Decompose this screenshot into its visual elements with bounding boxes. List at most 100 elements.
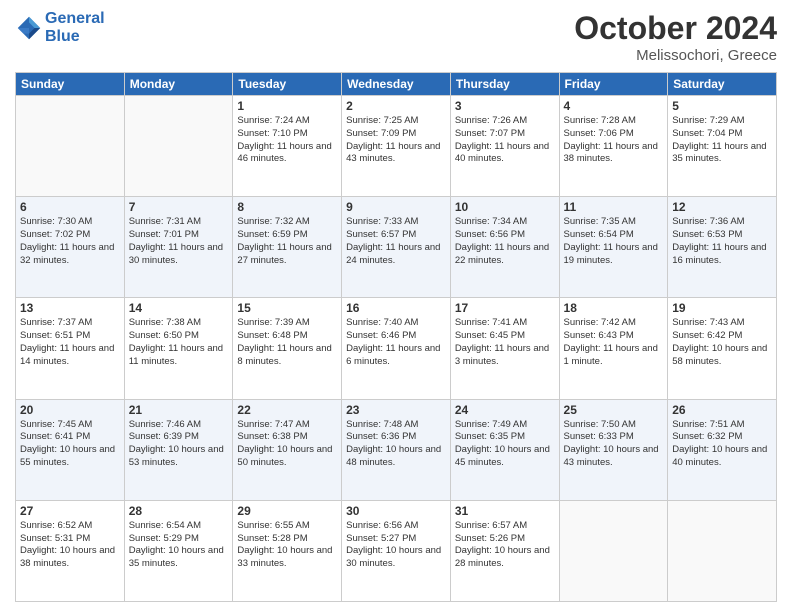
day-info: Sunrise: 7:26 AM Sunset: 7:07 PM Dayligh… — [455, 115, 555, 166]
calendar-table: SundayMondayTuesdayWednesdayThursdayFrid… — [15, 72, 777, 602]
day-info: Sunrise: 6:52 AM Sunset: 5:31 PM Dayligh… — [20, 520, 120, 571]
calendar-cell: 15Sunrise: 7:39 AM Sunset: 6:48 PM Dayli… — [233, 298, 342, 399]
calendar-cell: 8 Sunrise: 7:32 AM Sunset: 6:59 PM Daylig… — [233, 197, 342, 298]
day-number: 20 — [20, 403, 120, 417]
day-number: 2 — [346, 99, 446, 113]
day-number: 25 — [564, 403, 664, 417]
day-info: Sunrise: 7:28 AM Sunset: 7:06 PM Dayligh… — [564, 115, 664, 166]
calendar-cell — [16, 96, 125, 197]
calendar-cell: 13 Sunrise: 7:37 AM Sunset: 6:51 PM Dayli… — [16, 298, 125, 399]
day-number: 16 — [346, 301, 446, 315]
day-info: Sunrise: 7:46 AM Sunset: 6:39 PM Dayligh… — [129, 419, 229, 470]
logo-icon — [15, 14, 43, 42]
day-info: Sunrise: 7:48 AM Sunset: 6:36 PM Dayligh… — [346, 419, 446, 470]
calendar-cell: 22Sunrise: 7:47 AM Sunset: 6:38 PM Dayli… — [233, 399, 342, 500]
calendar-cell: 30Sunrise: 6:56 AM Sunset: 5:27 PM Dayli… — [342, 500, 451, 601]
calendar-cell: 29Sunrise: 6:55 AM Sunset: 5:28 PM Dayli… — [233, 500, 342, 601]
calendar-cell: 6Sunrise: 7:30 AM Sunset: 7:02 PM Daylig… — [16, 197, 125, 298]
day-info: Sunrise: 7:29 AM Sunset: 7:04 PM Dayligh… — [672, 115, 772, 166]
day-info: Sunrise: 6:57 AM Sunset: 5:26 PM Dayligh… — [455, 520, 555, 571]
day-info: Sunrise: 7:32 AM Sunset: 6:59 PM Dayligh… — [237, 216, 337, 267]
day-number: 19 — [672, 301, 772, 315]
calendar-cell — [668, 500, 777, 601]
calendar-week-row: 27Sunrise: 6:52 AM Sunset: 5:31 PM Dayli… — [16, 500, 777, 601]
day-info: Sunrise: 7:33 AM Sunset: 6:57 PM Dayligh… — [346, 216, 446, 267]
day-number: 11 — [564, 200, 664, 214]
calendar-header-wednesday: Wednesday — [342, 73, 451, 96]
calendar-cell: 4 Sunrise: 7:28 AM Sunset: 7:06 PM Daylig… — [559, 96, 668, 197]
day-number: 8 — [237, 200, 337, 214]
day-info: Sunrise: 7:38 AM Sunset: 6:50 PM Dayligh… — [129, 317, 229, 368]
calendar-cell: 20 Sunrise: 7:45 AM Sunset: 6:41 PM Dayli… — [16, 399, 125, 500]
logo-area: General Blue — [15, 10, 105, 45]
calendar-cell: 31 Sunrise: 6:57 AM Sunset: 5:26 PM Dayli… — [450, 500, 559, 601]
day-info: Sunrise: 7:39 AM Sunset: 6:48 PM Dayligh… — [237, 317, 337, 368]
logo-text: General Blue — [45, 10, 105, 45]
day-number: 23 — [346, 403, 446, 417]
calendar-cell: 16 Sunrise: 7:40 AM Sunset: 6:46 PM Dayli… — [342, 298, 451, 399]
day-number: 18 — [564, 301, 664, 315]
calendar-cell: 7 Sunrise: 7:31 AM Sunset: 7:01 PM Daylig… — [124, 197, 233, 298]
day-info: Sunrise: 6:55 AM Sunset: 5:28 PM Dayligh… — [237, 520, 337, 571]
day-info: Sunrise: 7:40 AM Sunset: 6:46 PM Dayligh… — [346, 317, 446, 368]
day-number: 7 — [129, 200, 229, 214]
calendar-cell: 26 Sunrise: 7:51 AM Sunset: 6:32 PM Dayli… — [668, 399, 777, 500]
day-number: 12 — [672, 200, 772, 214]
calendar-header-row: SundayMondayTuesdayWednesdayThursdayFrid… — [16, 73, 777, 96]
calendar-week-row: 20 Sunrise: 7:45 AM Sunset: 6:41 PM Dayli… — [16, 399, 777, 500]
calendar-cell: 3Sunrise: 7:26 AM Sunset: 7:07 PM Daylig… — [450, 96, 559, 197]
calendar-header-sunday: Sunday — [16, 73, 125, 96]
day-number: 24 — [455, 403, 555, 417]
calendar-cell: 14 Sunrise: 7:38 AM Sunset: 6:50 PM Dayli… — [124, 298, 233, 399]
day-info: Sunrise: 7:47 AM Sunset: 6:38 PM Dayligh… — [237, 419, 337, 470]
day-number: 5 — [672, 99, 772, 113]
day-info: Sunrise: 7:34 AM Sunset: 6:56 PM Dayligh… — [455, 216, 555, 267]
calendar-cell: 10 Sunrise: 7:34 AM Sunset: 6:56 PM Dayli… — [450, 197, 559, 298]
day-info: Sunrise: 6:54 AM Sunset: 5:29 PM Dayligh… — [129, 520, 229, 571]
calendar-cell: 25Sunrise: 7:50 AM Sunset: 6:33 PM Dayli… — [559, 399, 668, 500]
day-number: 13 — [20, 301, 120, 315]
calendar-week-row: 13 Sunrise: 7:37 AM Sunset: 6:51 PM Dayli… — [16, 298, 777, 399]
day-info: Sunrise: 7:43 AM Sunset: 6:42 PM Dayligh… — [672, 317, 772, 368]
day-number: 17 — [455, 301, 555, 315]
day-info: Sunrise: 7:51 AM Sunset: 6:32 PM Dayligh… — [672, 419, 772, 470]
calendar-header-friday: Friday — [559, 73, 668, 96]
day-number: 4 — [564, 99, 664, 113]
month-title: October 2024 — [574, 10, 777, 47]
day-number: 14 — [129, 301, 229, 315]
calendar-cell: 9 Sunrise: 7:33 AM Sunset: 6:57 PM Daylig… — [342, 197, 451, 298]
calendar-cell: 19 Sunrise: 7:43 AM Sunset: 6:42 PM Dayli… — [668, 298, 777, 399]
day-info: Sunrise: 7:31 AM Sunset: 7:01 PM Dayligh… — [129, 216, 229, 267]
calendar-cell: 24Sunrise: 7:49 AM Sunset: 6:35 PM Dayli… — [450, 399, 559, 500]
calendar-cell: 5 Sunrise: 7:29 AM Sunset: 7:04 PM Daylig… — [668, 96, 777, 197]
calendar-cell — [124, 96, 233, 197]
day-info: Sunrise: 7:41 AM Sunset: 6:45 PM Dayligh… — [455, 317, 555, 368]
calendar-week-row: 1 Sunrise: 7:24 AM Sunset: 7:10 PM Daylig… — [16, 96, 777, 197]
day-number: 1 — [237, 99, 337, 113]
day-number: 9 — [346, 200, 446, 214]
day-number: 31 — [455, 504, 555, 518]
calendar-cell: 1 Sunrise: 7:24 AM Sunset: 7:10 PM Daylig… — [233, 96, 342, 197]
day-info: Sunrise: 7:45 AM Sunset: 6:41 PM Dayligh… — [20, 419, 120, 470]
calendar-header-saturday: Saturday — [668, 73, 777, 96]
calendar-cell: 18 Sunrise: 7:42 AM Sunset: 6:43 PM Dayli… — [559, 298, 668, 399]
day-number: 10 — [455, 200, 555, 214]
day-info: Sunrise: 7:25 AM Sunset: 7:09 PM Dayligh… — [346, 115, 446, 166]
location-title: Melissochori, Greece — [574, 47, 777, 64]
day-number: 26 — [672, 403, 772, 417]
calendar-cell: 21 Sunrise: 7:46 AM Sunset: 6:39 PM Dayli… — [124, 399, 233, 500]
day-number: 28 — [129, 504, 229, 518]
day-info: Sunrise: 7:37 AM Sunset: 6:51 PM Dayligh… — [20, 317, 120, 368]
calendar-week-row: 6Sunrise: 7:30 AM Sunset: 7:02 PM Daylig… — [16, 197, 777, 298]
calendar-cell: 12 Sunrise: 7:36 AM Sunset: 6:53 PM Dayli… — [668, 197, 777, 298]
calendar-header-monday: Monday — [124, 73, 233, 96]
page: General Blue October 2024 Melissochori, … — [0, 0, 792, 612]
day-number: 21 — [129, 403, 229, 417]
day-number: 6 — [20, 200, 120, 214]
day-info: Sunrise: 7:42 AM Sunset: 6:43 PM Dayligh… — [564, 317, 664, 368]
day-info: Sunrise: 7:24 AM Sunset: 7:10 PM Dayligh… — [237, 115, 337, 166]
calendar-cell: 23 Sunrise: 7:48 AM Sunset: 6:36 PM Dayli… — [342, 399, 451, 500]
day-info: Sunrise: 6:56 AM Sunset: 5:27 PM Dayligh… — [346, 520, 446, 571]
day-info: Sunrise: 7:36 AM Sunset: 6:53 PM Dayligh… — [672, 216, 772, 267]
calendar-cell: 2 Sunrise: 7:25 AM Sunset: 7:09 PM Daylig… — [342, 96, 451, 197]
